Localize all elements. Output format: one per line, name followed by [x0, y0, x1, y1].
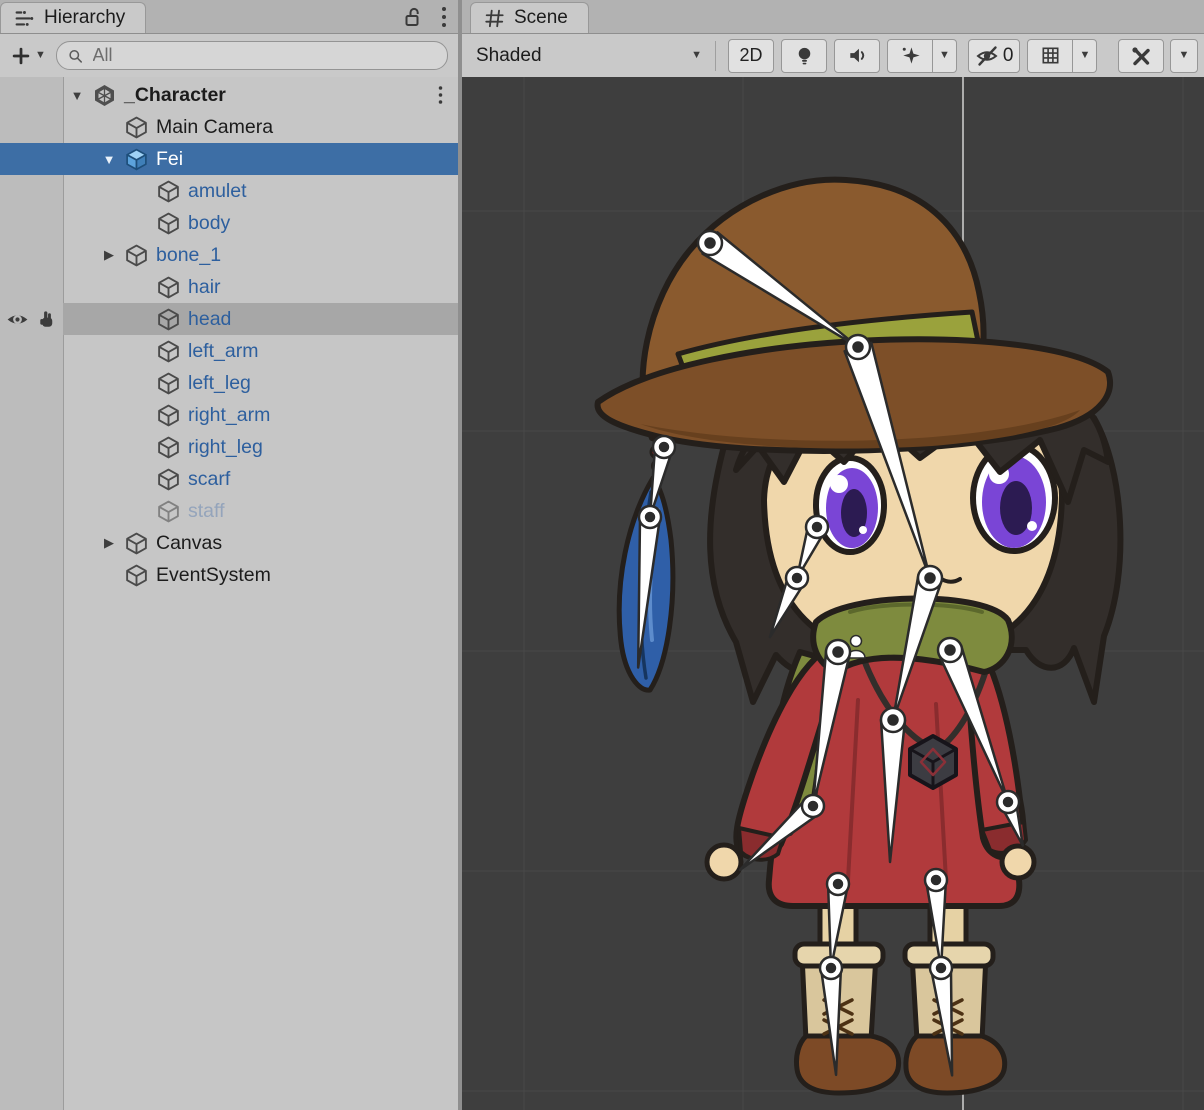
unity-editor-window: Hierarchy ▼ — [0, 0, 1204, 1110]
row-toggle-icons — [0, 303, 63, 335]
overlay-tools-button[interactable] — [1118, 39, 1164, 73]
scene-visibility-button[interactable]: 0 — [968, 39, 1021, 73]
hierarchy-tab-label: Hierarchy — [44, 7, 125, 29]
speaker-icon — [846, 44, 869, 67]
chevron-down-icon: ▼ — [1079, 50, 1090, 61]
hierarchy-tabbar: Hierarchy — [0, 0, 458, 34]
hierarchy-toolbar: ▼ — [0, 34, 458, 78]
hierarchy-item-right-leg[interactable]: right_leg — [0, 431, 458, 463]
hidden-count: 0 — [1003, 45, 1014, 67]
hand-pick-icon[interactable] — [35, 308, 58, 331]
foldout-closed-icon[interactable]: ▶ — [95, 535, 123, 551]
hierarchy-tree: ▼ _Character Main Camera ▼ Fei — [0, 77, 458, 1110]
grid-squares-icon — [1039, 44, 1062, 67]
hierarchy-tab-actions — [400, 0, 448, 33]
cube-icon — [155, 210, 181, 236]
sparkle-effects-icon — [899, 44, 922, 67]
hierarchy-item-eventsystem[interactable]: EventSystem — [0, 559, 458, 591]
panel-menu-icon[interactable] — [440, 4, 448, 30]
cube-icon — [155, 178, 181, 204]
cube-icon — [155, 274, 181, 300]
hierarchy-item-right-arm[interactable]: right_arm — [0, 399, 458, 431]
left-hand — [707, 845, 741, 879]
unity-logo-icon — [91, 82, 117, 108]
hierarchy-rows: ▼ _Character Main Camera ▼ Fei — [0, 77, 458, 591]
tools-icon — [1129, 44, 1153, 68]
shading-mode-dropdown[interactable]: Shaded ▼ — [468, 34, 710, 77]
hierarchy-panel: Hierarchy ▼ — [0, 0, 458, 1110]
hierarchy-item-scarf[interactable]: scarf — [0, 463, 458, 495]
cube-icon — [123, 530, 149, 556]
hierarchy-item-hair[interactable]: hair — [0, 271, 458, 303]
hierarchy-list-icon — [13, 7, 35, 29]
cube-icon — [123, 114, 149, 140]
tab-hierarchy[interactable]: Hierarchy — [0, 2, 146, 33]
scene-panel: Scene Shaded ▼ 2D — [462, 0, 1204, 1110]
hierarchy-item-left-leg[interactable]: left_leg — [0, 367, 458, 399]
hierarchy-item-left-arm[interactable]: left_arm — [0, 335, 458, 367]
hierarchy-item-main-camera[interactable]: Main Camera — [0, 111, 458, 143]
left-boot — [795, 944, 899, 1093]
grid-hash-icon — [483, 7, 505, 29]
hierarchy-item-head[interactable]: head — [0, 303, 458, 335]
scene-audio-button[interactable] — [834, 39, 880, 73]
item-menu-icon[interactable] — [437, 83, 444, 107]
bulb-icon — [793, 44, 816, 67]
tab-scene[interactable]: Scene — [470, 2, 589, 33]
create-object-button[interactable]: ▼ — [10, 45, 46, 67]
toggle-2d-button[interactable]: 2D — [728, 39, 774, 73]
hierarchy-item-character[interactable]: ▼ _Character — [0, 79, 458, 111]
foldout-closed-icon[interactable]: ▶ — [95, 247, 123, 263]
cube-icon — [155, 306, 181, 332]
hierarchy-item-staff[interactable]: staff — [0, 495, 458, 527]
scene-tabbar: Scene — [462, 0, 1204, 34]
toolbar-separator — [715, 41, 716, 71]
cube-icon — [155, 338, 181, 364]
scene-effects-dropdown[interactable]: ▼ — [933, 39, 957, 73]
search-icon — [67, 47, 84, 65]
hierarchy-item-body[interactable]: body — [0, 207, 458, 239]
scene-canvas — [462, 77, 1204, 1110]
eye-crossed-icon — [975, 44, 999, 68]
right-boot — [905, 944, 1005, 1093]
scene-lighting-button[interactable] — [781, 39, 827, 73]
overlay-menu-dropdown[interactable]: ▼ — [1170, 39, 1198, 73]
chevron-down-icon: ▼ — [939, 50, 950, 61]
cube-icon — [155, 370, 181, 396]
grid-settings-dropdown[interactable]: ▼ — [1073, 39, 1097, 73]
prefab-cube-icon — [123, 146, 149, 172]
hierarchy-search — [56, 41, 448, 70]
left-eye — [816, 458, 884, 552]
cube-icon — [123, 562, 149, 588]
chevron-down-icon: ▼ — [1179, 50, 1190, 61]
cube-icon — [155, 402, 181, 428]
plus-icon — [10, 45, 32, 67]
amulet-pendant — [910, 736, 956, 788]
right-hand — [1002, 846, 1034, 878]
scene-effects-button[interactable] — [887, 39, 933, 73]
chevron-down-icon: ▼ — [691, 50, 702, 61]
scene-toolbar: Shaded ▼ 2D — [462, 34, 1204, 78]
chevron-down-icon: ▼ — [35, 50, 46, 61]
cube-icon — [155, 498, 181, 524]
hierarchy-item-bone-1[interactable]: ▶ bone_1 — [0, 239, 458, 271]
cube-icon — [155, 434, 181, 460]
cube-icon — [123, 242, 149, 268]
foldout-open-icon[interactable]: ▼ — [63, 88, 91, 103]
lock-icon[interactable] — [400, 5, 424, 29]
scene-viewport[interactable] — [462, 77, 1204, 1110]
hierarchy-item-canvas[interactable]: ▶ Canvas — [0, 527, 458, 559]
search-input[interactable] — [91, 44, 437, 67]
hierarchy-item-amulet[interactable]: amulet — [0, 175, 458, 207]
hierarchy-item-fei[interactable]: ▼ Fei — [0, 143, 458, 175]
grid-settings-button[interactable] — [1027, 39, 1073, 73]
scene-tab-label: Scene — [514, 7, 568, 29]
eye-icon[interactable] — [5, 307, 30, 332]
foldout-open-icon[interactable]: ▼ — [95, 152, 123, 167]
cube-icon — [155, 466, 181, 492]
